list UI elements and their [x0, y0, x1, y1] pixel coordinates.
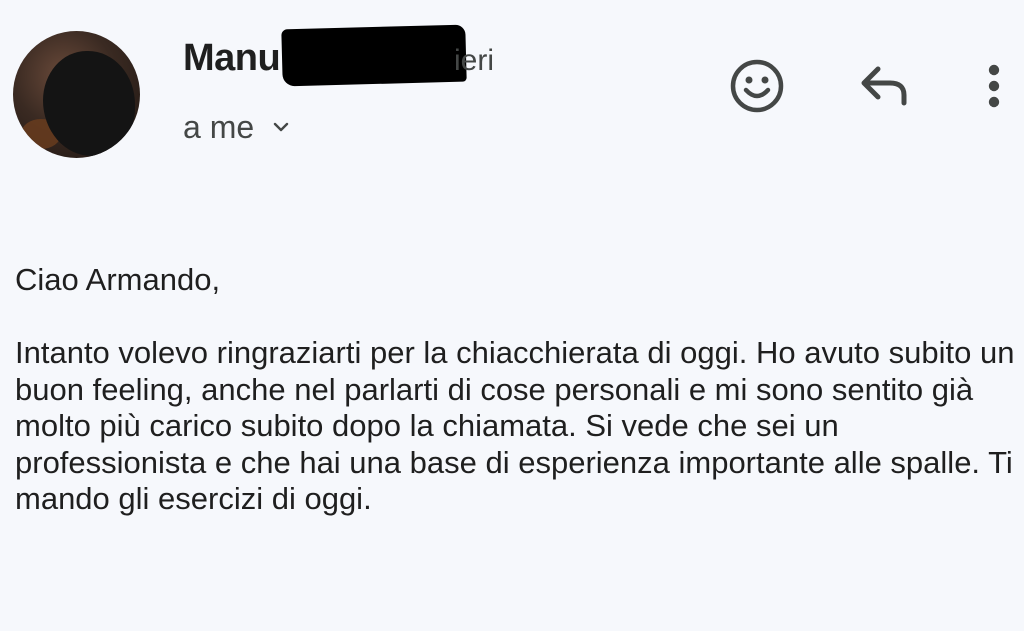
recipient-details-toggle[interactable]: a me [183, 106, 290, 148]
message-date: ieri [454, 44, 495, 77]
sender-row: Manu [183, 34, 281, 82]
recipient-label: a me [183, 108, 255, 145]
more-options-button[interactable] [972, 58, 1016, 114]
name-redaction [281, 24, 467, 87]
message-body: Ciao Armando, Intanto volevo ringraziart… [15, 262, 1015, 518]
message-greeting: Ciao Armando, [15, 262, 221, 297]
reply-icon [861, 66, 907, 106]
message-paragraph: Intanto volevo ringraziarti per la chiac… [15, 335, 1015, 516]
add-reaction-button[interactable] [726, 55, 788, 117]
avatar-redaction [43, 51, 135, 156]
reply-button[interactable] [852, 58, 916, 114]
smiley-icon [730, 59, 784, 113]
sender-name[interactable]: Manu [183, 37, 281, 80]
chevron-down-icon [273, 122, 289, 132]
more-vert-icon [988, 64, 1000, 108]
email-message-screen: Manu ieri a me Ciao Armando, Intanto vol… [0, 0, 1024, 631]
sender-avatar[interactable] [13, 31, 140, 158]
